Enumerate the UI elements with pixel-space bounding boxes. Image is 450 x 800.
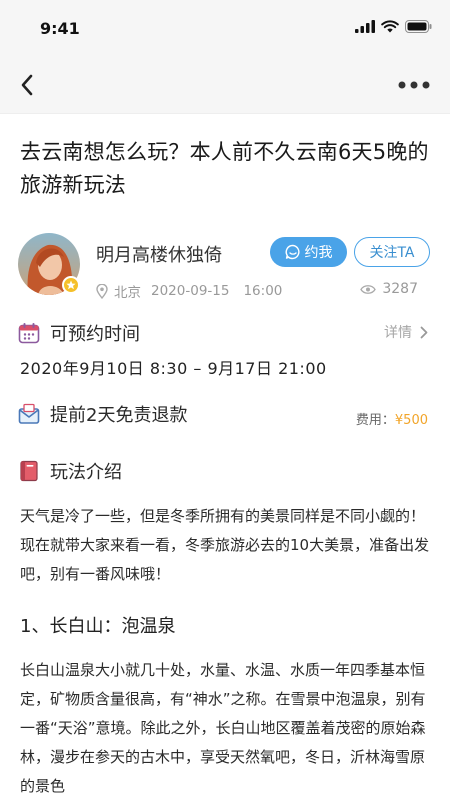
envelope-icon xyxy=(18,403,40,424)
views-number: 3287 xyxy=(382,281,418,297)
section-heading: 1、长白山：泡温泉 xyxy=(20,616,176,637)
status-icons xyxy=(355,20,432,33)
intro-paragraph: 天气是冷了一些，但是冬季所拥有的美景同样是不同小觑的！现在就带大家来看一看，冬季… xyxy=(20,507,430,583)
intro-label: 玩法介绍 xyxy=(50,462,122,483)
book-icon xyxy=(20,460,38,482)
vip-badge-icon xyxy=(62,276,80,294)
status-time: 9:41 xyxy=(40,19,80,38)
battery-icon xyxy=(405,20,432,33)
refund-label: 提前2天免责退款 xyxy=(50,405,188,426)
fee-value: ¥500 xyxy=(394,413,428,428)
contact-label: 约我 xyxy=(304,245,333,261)
section-paragraph: 长白山温泉大小就几十处，水量、水温、水质一年四季基本恒定，矿物质含量很高，有“神… xyxy=(20,661,426,795)
back-button[interactable] xyxy=(12,70,42,100)
view-count: 3287 xyxy=(360,281,418,297)
author-meta: 北京 2020-09-15 16:00 xyxy=(96,281,282,301)
calendar-icon xyxy=(18,323,40,344)
refund-header: 提前2天免责退款 xyxy=(18,401,187,427)
status-bar: 9:41 xyxy=(0,0,450,58)
fee-label: 费用： xyxy=(355,413,395,428)
detail-label: 详情 xyxy=(384,325,412,341)
author-name[interactable]: 明月高楼休独倚 xyxy=(96,241,222,267)
schedule-header: 可预约时间 xyxy=(18,320,140,346)
follow-button[interactable]: 关注TA xyxy=(354,237,430,267)
location-text: 北京 xyxy=(114,285,141,301)
nav-bar xyxy=(0,58,450,114)
contact-button[interactable]: 约我 xyxy=(270,237,347,267)
wifi-icon xyxy=(381,20,399,33)
post-time: 16:00 xyxy=(243,283,283,299)
chevron-right-icon xyxy=(420,326,428,338)
schedule-range: 2020年9月10日 8:30 – 9月17日 21:00 xyxy=(20,359,327,378)
schedule-label: 可预约时间 xyxy=(50,324,140,345)
more-dots-icon xyxy=(398,81,430,89)
detail-link[interactable]: 详情 xyxy=(384,322,428,342)
more-button[interactable] xyxy=(394,70,434,100)
fee: 费用：¥500 xyxy=(356,409,428,428)
intro-header: 玩法介绍 xyxy=(18,458,122,484)
chevron-left-icon xyxy=(21,74,33,96)
post-date: 2020-09-15 xyxy=(151,283,230,299)
signal-icon xyxy=(355,20,375,33)
post-title: 去云南想怎么玩？本人前不久云南6天5晚的旅游新玩法 xyxy=(20,140,429,197)
eye-icon xyxy=(360,284,377,294)
chat-bubble-icon xyxy=(285,244,300,260)
location-pin-icon xyxy=(96,283,108,299)
